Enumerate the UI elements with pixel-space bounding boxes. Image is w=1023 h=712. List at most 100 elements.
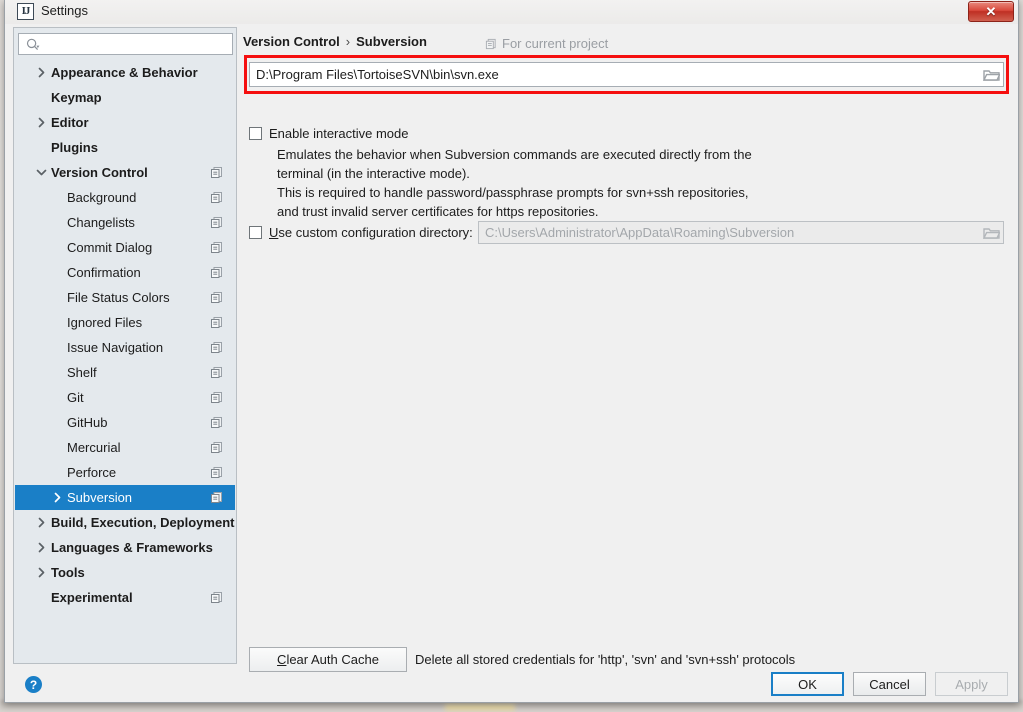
folder-icon[interactable] [979,226,1003,240]
description-line: terminal (in the interactive mode). [277,166,470,181]
sidebar-item-subversion[interactable]: Subversion [15,485,235,510]
sidebar-item-shelf[interactable]: Shelf [15,360,235,385]
clear-auth-cache-button[interactable]: Clear Auth Cache [249,647,407,672]
folder-icon[interactable] [979,68,1003,82]
sidebar-item-label: Version Control [51,165,148,180]
project-scope-icon [211,217,222,228]
sidebar-item-commit-dialog[interactable]: Commit Dialog [15,235,235,260]
sidebar-item-label: GitHub [67,415,108,430]
close-icon: ✕ [985,4,997,19]
project-scope-icon [211,492,222,503]
sidebar-item-label: File Status Colors [67,290,170,305]
breadcrumb: Version Control › Subversion [243,34,427,49]
enable-interactive-mode-row[interactable]: Enable interactive mode [249,126,408,141]
sidebar-item-label: Appearance & Behavior [51,65,198,80]
for-current-project-label: For current project [485,36,608,51]
chevron-down-icon [36,169,47,176]
search-box[interactable] [18,33,233,56]
sidebar-item-perforce[interactable]: Perforce [15,460,235,485]
settings-sidebar: Appearance & Behavior Keymap Editor Plugins… [13,27,237,664]
settings-dialog: IJ Settings ✕ Appearance & Behavior Keyma… [4,0,1019,703]
sidebar-item-label: Experimental [51,590,133,605]
sidebar-item-label: Languages & Frameworks [51,540,213,555]
sidebar-item-label: Plugins [51,140,98,155]
sidebar-item-label: Keymap [51,90,102,105]
for-current-project-text: For current project [502,36,609,51]
use-custom-config-dir-row[interactable]: Use custom configuration directory: [249,225,473,240]
breadcrumb-current: Subversion [356,34,427,49]
sidebar-item-confirmation[interactable]: Confirmation [15,260,235,285]
ok-button[interactable]: OK [771,672,844,696]
sidebar-item-appearance-behavior[interactable]: Appearance & Behavior [15,60,235,85]
custom-config-dir-value: C:\Users\Administrator\AppData\Roaming\S… [485,225,795,240]
sidebar-item-issue-navigation[interactable]: Issue Navigation [15,335,235,360]
project-scope-icon [211,342,222,353]
project-scope-icon [211,267,222,278]
project-scope-icon [211,242,222,253]
sidebar-item-mercurial[interactable]: Mercurial [15,435,235,460]
clear-auth-cache-note: Delete all stored credentials for 'http'… [415,652,796,667]
sidebar-item-label: Ignored Files [67,315,143,330]
sidebar-item-file-status-colors[interactable]: File Status Colors [15,285,235,310]
sidebar-item-github[interactable]: GitHub [15,410,235,435]
sidebar-item-label: Editor [51,115,89,130]
sidebar-item-tools[interactable]: Tools [15,560,235,585]
project-scope-icon [211,592,222,603]
sidebar-item-label: Shelf [67,365,97,380]
sidebar-item-label: Background [67,190,137,205]
interactive-mode-description: Emulates the behavior when Subversion co… [277,145,752,221]
sidebar-item-version-control[interactable]: Version Control [15,160,235,185]
sidebar-item-label: Perforce [67,465,117,480]
label-rest: lear Auth Cache [286,652,379,667]
cancel-button[interactable]: Cancel [853,672,926,696]
chevron-right-icon [38,567,45,578]
sidebar-item-keymap[interactable]: Keymap [15,85,235,110]
sidebar-item-label: Mercurial [67,440,121,455]
description-line: This is required to handle password/pass… [277,185,749,200]
apply-button[interactable]: Apply [935,672,1008,696]
label-rest: se custom configuration directory: [278,225,473,240]
chevron-right-icon [54,492,61,503]
use-custom-config-dir-label: Use custom configuration directory: [269,225,473,240]
mnemonic-letter: U [269,225,279,240]
settings-tree: Appearance & Behavior Keymap Editor Plugins… [15,60,235,662]
breadcrumb-parent[interactable]: Version Control [243,34,340,49]
chevron-right-icon [38,542,45,553]
svn-executable-path-input[interactable] [250,66,979,83]
project-scope-icon [211,392,222,403]
sidebar-item-label: Confirmation [67,265,141,280]
sidebar-item-background[interactable]: Background [15,185,235,210]
chevron-right-icon [38,67,45,78]
search-icon [26,38,40,51]
project-scope-icon [211,442,222,453]
background-blur-blob [445,704,515,711]
intellij-idea-icon: IJ [17,3,34,20]
description-line: Emulates the behavior when Subversion co… [277,147,752,162]
sidebar-item-build-execution-deployment[interactable]: Build, Execution, Deployment [15,510,235,535]
sidebar-item-changelists[interactable]: Changelists [15,210,235,235]
sidebar-item-git[interactable]: Git [15,385,235,410]
dialog-title: Settings [41,3,88,18]
sidebar-item-ignored-files[interactable]: Ignored Files [15,310,235,335]
custom-config-dir-field[interactable]: C:\Users\Administrator\AppData\Roaming\S… [478,221,1004,244]
sidebar-item-experimental[interactable]: Experimental [15,585,235,610]
sidebar-item-label: Changelists [67,215,135,230]
project-scope-icon [211,367,222,378]
project-scope-icon [485,38,496,50]
breadcrumb-separator: › [345,34,351,49]
sidebar-item-plugins[interactable]: Plugins [15,135,235,160]
sidebar-item-editor[interactable]: Editor [15,110,235,135]
help-button[interactable]: ? [25,676,42,693]
enable-interactive-mode-checkbox[interactable] [249,127,262,140]
chevron-right-icon [38,117,45,128]
close-button[interactable]: ✕ [968,1,1014,22]
use-custom-config-dir-checkbox[interactable] [249,226,262,239]
help-icon: ? [29,677,38,692]
sidebar-item-languages-frameworks[interactable]: Languages & Frameworks [15,535,235,560]
search-input[interactable] [47,34,230,56]
chevron-right-icon [38,517,45,528]
dialog-titlebar: IJ Settings ✕ [5,0,1018,24]
project-scope-icon [211,192,222,203]
sidebar-item-label: Subversion [67,490,133,505]
subversion-settings-panel: Version Control › Subversion For current p… [243,27,1010,672]
